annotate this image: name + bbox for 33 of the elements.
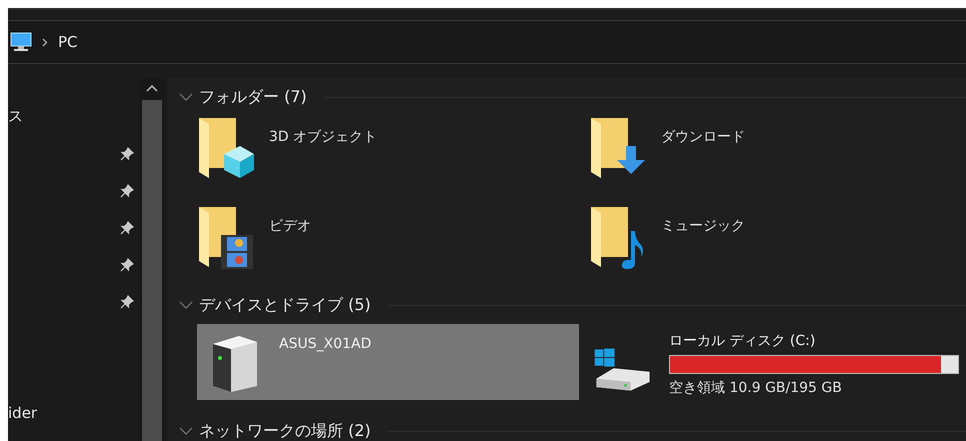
- group-heading[interactable]: フォルダー (7): [199, 86, 307, 108]
- pin-icon: [120, 146, 134, 160]
- folder-item[interactable]: ミュージック: [589, 201, 966, 290]
- group-heading[interactable]: デバイスとドライブ (5): [199, 294, 371, 316]
- pin-icon: [120, 258, 134, 272]
- folder-name: ミュージック: [661, 217, 745, 235]
- scrollbar-thumb[interactable]: [142, 100, 162, 441]
- chevron-icon[interactable]: [179, 426, 193, 436]
- folder-icon: [197, 205, 255, 271]
- pin-icon: [120, 184, 134, 198]
- computer-icon: [10, 32, 32, 52]
- folder-name: 3D オブジェクト: [269, 128, 378, 146]
- drive-name: ローカル ディスク (C:): [669, 332, 816, 350]
- drive-item[interactable]: ASUS_X01AD: [197, 324, 579, 400]
- pin-icon: [120, 220, 134, 234]
- pin-icon: [120, 294, 134, 308]
- sidebar-item[interactable]: ス: [8, 107, 23, 126]
- drive-item[interactable]: ローカル ディスク (C:) 空き領域 10.9 GB/195 GB: [589, 324, 966, 400]
- folder-name: ビデオ: [269, 217, 311, 235]
- folder-item[interactable]: 3D オブジェクト: [197, 112, 589, 201]
- chevron-icon[interactable]: [179, 300, 193, 310]
- chevron-icon[interactable]: [179, 92, 193, 102]
- address-bar[interactable]: PC: [8, 20, 966, 64]
- scroll-up-icon[interactable]: [146, 84, 158, 92]
- folder-item[interactable]: ビデオ: [197, 201, 589, 290]
- breadcrumb[interactable]: PC: [58, 33, 78, 51]
- free-space: 空き領域 10.9 GB/195 GB: [669, 379, 843, 397]
- sidebar-item[interactable]: ider: [8, 404, 38, 422]
- group-heading[interactable]: ネットワークの場所 (2): [199, 420, 371, 441]
- drive-name: ASUS_X01AD: [279, 336, 372, 352]
- folder-name: ダウンロード: [661, 128, 745, 146]
- folder-item[interactable]: ダウンロード: [589, 112, 966, 201]
- chevron-icon: [42, 38, 48, 46]
